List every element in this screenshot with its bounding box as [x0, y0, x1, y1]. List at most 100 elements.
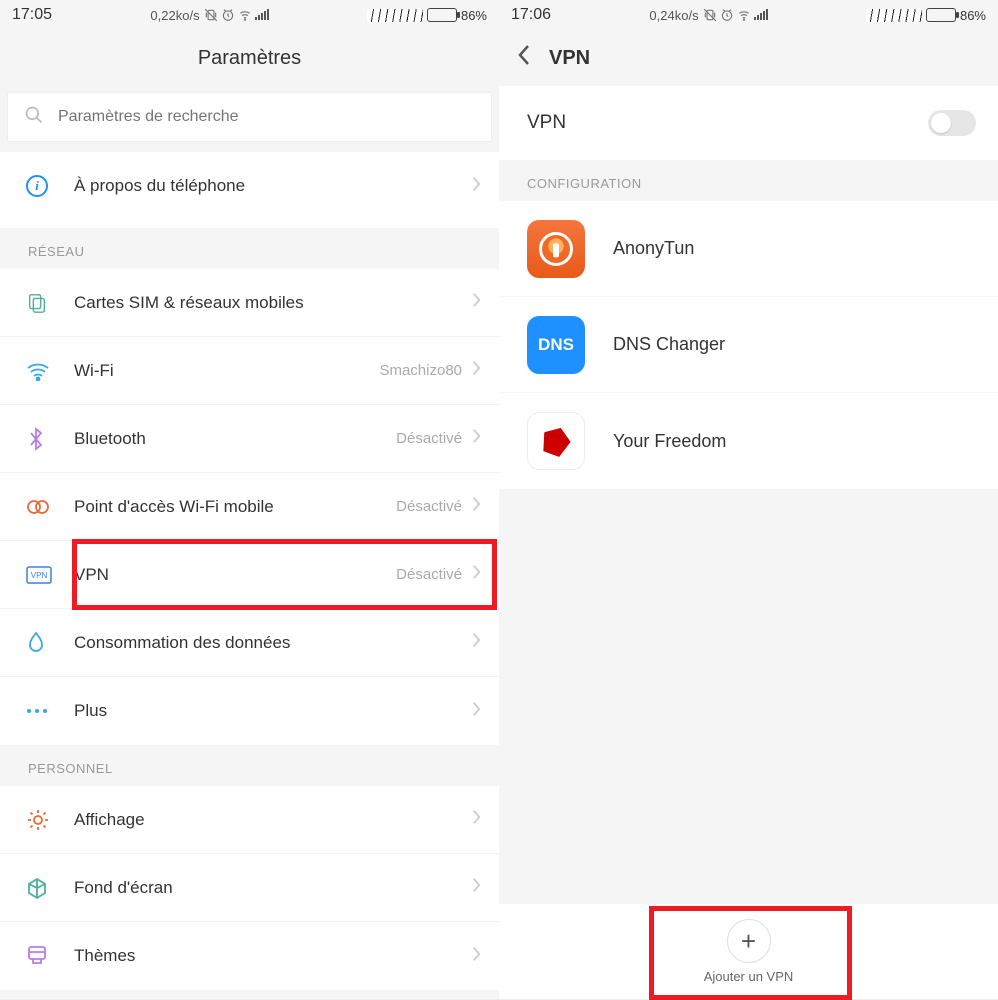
wallpaper-label: Fond d'écran: [74, 878, 472, 898]
search-icon: [24, 105, 44, 130]
vpn-icon: VPN: [26, 566, 74, 584]
chevron-right-icon: [472, 360, 481, 381]
wifi-icon: [238, 8, 252, 22]
status-right: 86%: [367, 8, 487, 23]
wallpaper-row[interactable]: Fond d'écran: [0, 854, 499, 922]
status-center: 0,24ko/s: [551, 8, 866, 23]
status-bar: 17:05 0,22ko/s 86%: [0, 0, 499, 30]
vpn-app-dns-changer[interactable]: DNS DNS Changer: [499, 297, 998, 393]
data-icon: [26, 631, 74, 655]
bluetooth-row[interactable]: Bluetooth Désactivé: [0, 405, 499, 473]
battery-percent: 86%: [461, 8, 487, 23]
chevron-right-icon: [472, 632, 481, 653]
bluetooth-icon: [26, 427, 74, 451]
search-bar[interactable]: [7, 92, 492, 142]
network-speed: 0,22ko/s: [150, 8, 199, 23]
bluetooth-label: Bluetooth: [74, 429, 396, 449]
app-name: DNS Changer: [613, 334, 725, 355]
wallpaper-icon: [26, 876, 74, 900]
vpn-screen: 17:06 0,24ko/s 86% VPN VPN CONFIGURATION: [499, 0, 998, 999]
wifi-icon: [737, 8, 751, 22]
page-title: VPN: [549, 47, 590, 70]
vpn-toggle-row[interactable]: VPN: [499, 86, 998, 160]
section-personal: PERSONNEL: [0, 745, 499, 786]
battery-percent: 86%: [960, 8, 986, 23]
sim-row[interactable]: Cartes SIM & réseaux mobiles: [0, 269, 499, 337]
hotspot-value: Désactivé: [396, 498, 462, 515]
themes-icon: [26, 944, 74, 968]
vpn-row[interactable]: VPN VPN Désactivé: [0, 541, 499, 609]
add-vpn-area: + Ajouter un VPN: [499, 904, 998, 999]
status-time: 17:06: [511, 6, 551, 24]
vpn-value: Désactivé: [396, 566, 462, 583]
network-speed: 0,24ko/s: [649, 8, 698, 23]
chevron-right-icon: [472, 877, 481, 898]
themes-label: Thèmes: [74, 946, 472, 966]
your-freedom-icon: [527, 412, 585, 470]
add-vpn-button[interactable]: +: [727, 919, 771, 963]
status-icons: [703, 8, 768, 22]
data-label: Consommation des données: [74, 633, 472, 653]
svg-text:VPN: VPN: [31, 571, 48, 580]
more-icon: [26, 707, 74, 715]
hotspot-row[interactable]: Point d'accès Wi-Fi mobile Désactivé: [0, 473, 499, 541]
status-bar: 17:06 0,24ko/s 86%: [499, 0, 998, 30]
wifi-label: Wi-Fi: [74, 361, 379, 381]
vpn-toggle-label: VPN: [527, 112, 928, 134]
settings-screen: 17:05 0,22ko/s 86% Paramètres i À propos…: [0, 0, 499, 999]
display-row[interactable]: Affichage: [0, 786, 499, 854]
chevron-right-icon: [472, 809, 481, 830]
alarm-icon: [221, 8, 235, 22]
sim-icon: [26, 292, 74, 314]
info-icon: i: [26, 175, 74, 197]
signal-icon: [754, 8, 768, 20]
section-config: CONFIGURATION: [499, 160, 998, 201]
carrier-label: [367, 9, 423, 22]
empty-area: [499, 489, 998, 904]
hotspot-icon: [26, 497, 74, 517]
alarm-icon: [720, 8, 734, 22]
about-label: À propos du téléphone: [74, 176, 472, 196]
vpn-app-anonytun[interactable]: AnonyTun: [499, 201, 998, 297]
chevron-right-icon: [472, 946, 481, 967]
back-button[interactable]: [517, 44, 531, 72]
dns-icon: DNS: [527, 316, 585, 374]
display-label: Affichage: [74, 810, 472, 830]
more-row[interactable]: Plus: [0, 677, 499, 745]
anonytun-icon: [527, 220, 585, 278]
hotspot-label: Point d'accès Wi-Fi mobile: [74, 497, 396, 517]
app-name: AnonyTun: [613, 238, 694, 259]
vpn-toggle[interactable]: [928, 110, 976, 136]
vibrate-icon: [204, 8, 218, 22]
carrier-label: [866, 9, 922, 22]
vpn-app-your-freedom[interactable]: Your Freedom: [499, 393, 998, 489]
chevron-right-icon: [472, 292, 481, 313]
section-network: RÉSEAU: [0, 228, 499, 269]
more-label: Plus: [74, 701, 472, 721]
page-title: Paramètres: [0, 30, 499, 86]
chevron-right-icon: [472, 701, 481, 722]
data-usage-row[interactable]: Consommation des données: [0, 609, 499, 677]
about-phone-row[interactable]: i À propos du téléphone: [0, 152, 499, 220]
display-icon: [26, 808, 74, 832]
signal-icon: [255, 8, 269, 20]
vibrate-icon: [703, 8, 717, 22]
vpn-header: VPN: [499, 30, 998, 86]
search-input[interactable]: [58, 108, 475, 126]
chevron-right-icon: [472, 428, 481, 449]
bluetooth-value: Désactivé: [396, 430, 462, 447]
status-right: 86%: [866, 8, 986, 23]
add-vpn-label: Ajouter un VPN: [704, 969, 794, 984]
app-name: Your Freedom: [613, 431, 726, 452]
themes-row[interactable]: Thèmes: [0, 922, 499, 990]
sim-label: Cartes SIM & réseaux mobiles: [74, 293, 472, 313]
chevron-right-icon: [472, 564, 481, 585]
chevron-right-icon: [472, 176, 481, 197]
status-time: 17:05: [12, 6, 52, 24]
vpn-label: VPN: [74, 565, 396, 585]
wifi-value: Smachizo80: [379, 362, 462, 379]
battery-icon: [926, 8, 956, 22]
wifi-row[interactable]: Wi-Fi Smachizo80: [0, 337, 499, 405]
battery-icon: [427, 8, 457, 22]
chevron-right-icon: [472, 496, 481, 517]
